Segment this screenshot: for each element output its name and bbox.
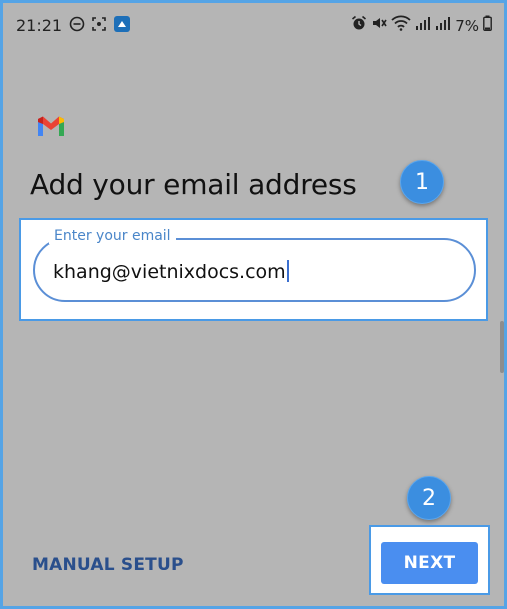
screenshot-icon bbox=[91, 16, 107, 37]
app-icon bbox=[113, 15, 131, 38]
status-right-icons: 7% bbox=[351, 15, 492, 36]
email-highlight-box: Enter your email khang@vietnixdocs.com bbox=[19, 218, 488, 321]
email-input-label: Enter your email bbox=[49, 228, 176, 244]
screenshot-frame: 21:21 7% Add your email address 1 Enter … bbox=[0, 0, 507, 609]
next-highlight-box: NEXT bbox=[369, 525, 490, 595]
step-badge-2: 2 bbox=[407, 476, 451, 520]
email-input-value[interactable]: khang@vietnixdocs.com bbox=[53, 260, 289, 283]
scrollbar-handle[interactable] bbox=[500, 321, 504, 373]
signal-icon bbox=[415, 15, 431, 36]
next-button[interactable]: NEXT bbox=[381, 542, 478, 584]
page-title: Add your email address bbox=[30, 168, 357, 201]
mute-icon bbox=[371, 15, 387, 36]
status-time: 21:21 bbox=[16, 16, 63, 35]
battery-level: 7% bbox=[455, 16, 479, 35]
signal-icon bbox=[435, 15, 451, 36]
manual-setup-button[interactable]: MANUAL SETUP bbox=[32, 555, 184, 575]
gmail-logo-icon bbox=[36, 115, 66, 137]
status-left-icons bbox=[69, 15, 131, 38]
email-value-text: khang@vietnixdocs.com bbox=[53, 261, 286, 283]
text-cursor bbox=[286, 260, 289, 282]
email-input[interactable]: Enter your email khang@vietnixdocs.com bbox=[33, 228, 476, 302]
step-badge-1: 1 bbox=[400, 160, 444, 204]
battery-icon bbox=[483, 15, 492, 36]
wifi-icon bbox=[391, 15, 411, 36]
status-bar: 21:21 7% bbox=[3, 3, 504, 49]
dnd-icon bbox=[69, 16, 85, 37]
alarm-icon bbox=[351, 15, 367, 36]
